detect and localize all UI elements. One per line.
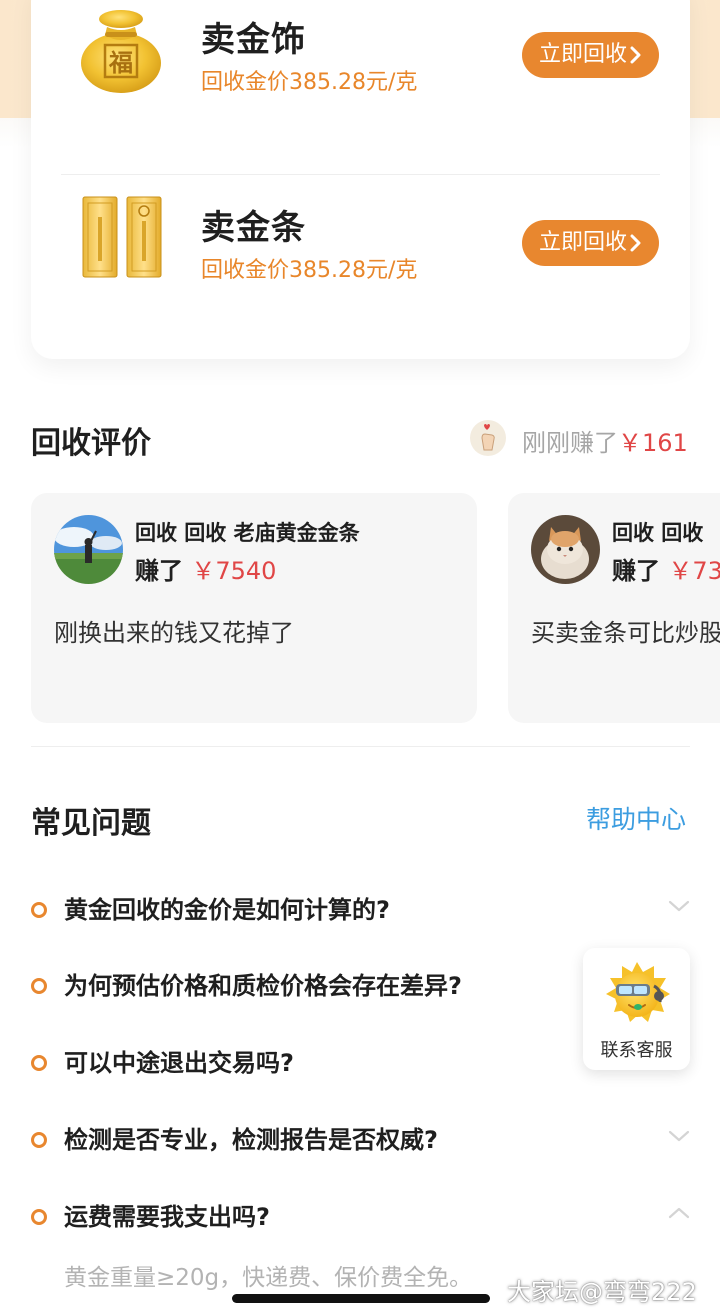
chevron-up-icon <box>668 1207 690 1219</box>
faq-answer: 黄金重量≥20g，快递费、保价费全免。 <box>64 1265 473 1291</box>
bullet-dot-icon <box>31 902 47 918</box>
review-text: 买卖金条可比炒股 <box>531 619 720 647</box>
faq-question: 为何预估价格和质检价格会存在差异? <box>64 972 462 1000</box>
sell-jewelry-row[interactable]: 福 卖金饰 回收金价385.28元/克 立即回收 <box>31 0 690 160</box>
product-title: 卖金饰 <box>201 20 306 60</box>
recycle-now-button[interactable]: 立即回收 <box>522 32 659 78</box>
faq-item-expanded[interactable]: 运费需要我支出吗? <box>31 1193 696 1241</box>
customer-service-label: 联系客服 <box>600 1040 673 1061</box>
review-text: 刚换出来的钱又花掉了 <box>54 619 294 647</box>
recycle-button-label: 立即回收 <box>538 42 627 67</box>
bullet-dot-icon <box>31 1209 47 1225</box>
chevron-right-icon <box>630 46 641 64</box>
chevron-down-icon <box>668 1130 690 1142</box>
sell-gold-bar-row[interactable]: 卖金条 回收金价385.28元/克 立即回收 <box>31 188 690 348</box>
faq-question: 黄金回收的金价是如何计算的? <box>64 896 390 924</box>
recycle-button-label: 立即回收 <box>538 230 627 255</box>
review-tags: 回收 回收 <box>612 521 704 545</box>
chevron-right-icon <box>630 234 641 252</box>
review-earn: 赚了 ￥7540 <box>135 551 276 586</box>
faq-question: 检测是否专业，检测报告是否权威? <box>64 1126 438 1154</box>
bullet-dot-icon <box>31 1055 47 1071</box>
earn-ticker-text: 刚刚赚了￥161 <box>522 423 688 458</box>
earn-ticker-prefix: 刚刚赚了 <box>522 429 618 457</box>
review-earn-prefix: 赚了 <box>135 557 183 585</box>
earn-ticker-amount: ￥161 <box>618 429 688 457</box>
divider <box>61 174 660 175</box>
customer-service-button[interactable]: 联系客服 <box>583 948 690 1070</box>
recycle-price: 回收金价385.28元/克 <box>201 70 418 95</box>
review-earn: 赚了 ￥734 <box>612 551 720 586</box>
faq-question: 运费需要我支出吗? <box>64 1203 270 1231</box>
home-indicator[interactable] <box>232 1294 490 1303</box>
recycle-price: 回收金价385.28元/克 <box>201 258 418 283</box>
divider <box>31 746 690 747</box>
review-earn-amount: ￥7540 <box>191 557 277 585</box>
faq-item[interactable]: 可以中途退出交易吗? <box>31 1039 571 1087</box>
avatar <box>531 515 600 584</box>
finger-heart-icon <box>470 420 506 456</box>
faq-section-title: 常见问题 <box>31 806 151 841</box>
svg-text:福: 福 <box>108 48 133 77</box>
avatar <box>54 515 123 584</box>
product-title: 卖金条 <box>201 208 306 248</box>
watermark: 大家坛@弯弯222 <box>507 1278 697 1306</box>
review-earn-amount: ￥734 <box>668 557 720 585</box>
chevron-down-icon <box>668 900 690 912</box>
sell-options-card: 福 卖金饰 回收金价385.28元/克 立即回收 卖金条 回收金价385.28元… <box>31 0 690 359</box>
faq-item[interactable]: 为何预估价格和质检价格会存在差异? <box>31 962 571 1010</box>
gold-bag-fu-icon: 福 <box>81 10 161 93</box>
faq-item[interactable]: 检测是否专业，检测报告是否权威? <box>31 1116 696 1164</box>
faq-item[interactable]: 黄金回收的金价是如何计算的? <box>31 886 696 934</box>
review-tags: 回收 回收 老庙黄金金条 <box>135 521 360 545</box>
review-earn-prefix: 赚了 <box>612 557 660 585</box>
gold-bar-icon <box>82 196 162 278</box>
faq-question: 可以中途退出交易吗? <box>64 1049 294 1077</box>
mascot-headset-icon <box>606 962 670 1022</box>
bullet-dot-icon <box>31 1132 47 1148</box>
reviews-section-title: 回收评价 <box>31 426 151 461</box>
help-center-link[interactable]: 帮助中心 <box>586 800 686 836</box>
recycle-now-button[interactable]: 立即回收 <box>522 220 659 266</box>
review-card[interactable]: 回收 回收 老庙黄金金条 赚了 ￥7540 刚换出来的钱又花掉了 <box>31 493 477 723</box>
bullet-dot-icon <box>31 978 47 994</box>
review-card[interactable]: 回收 回收 赚了 ￥734 买卖金条可比炒股 <box>508 493 720 723</box>
